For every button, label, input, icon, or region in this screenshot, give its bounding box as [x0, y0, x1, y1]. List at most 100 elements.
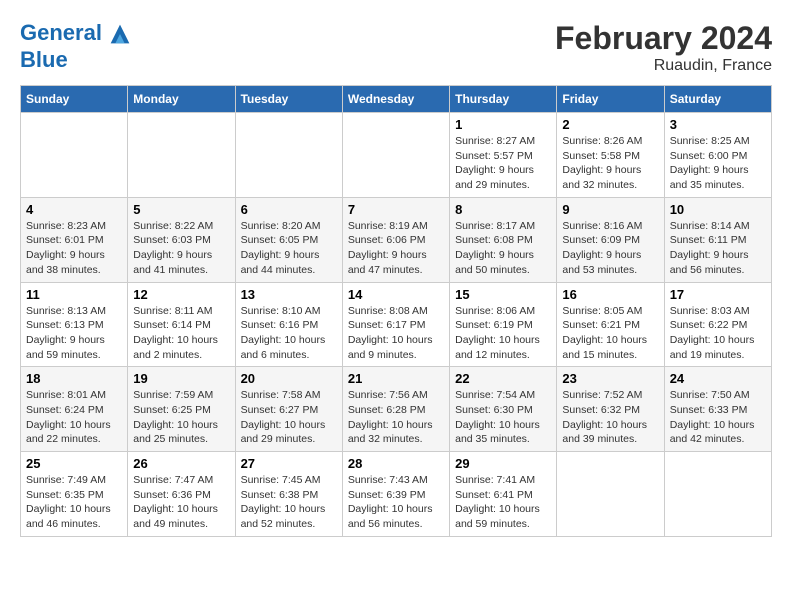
- day-number: 4: [26, 202, 122, 217]
- day-number: 17: [670, 287, 766, 302]
- day-info: Sunrise: 7:59 AM Sunset: 6:25 PM Dayligh…: [133, 388, 229, 447]
- calendar-cell: 21 Sunrise: 7:56 AM Sunset: 6:28 PM Dayli…: [342, 367, 449, 452]
- calendar-cell: 13 Sunrise: 8:10 AM Sunset: 6:16 PM Dayli…: [235, 282, 342, 367]
- day-info: Sunrise: 8:22 AM Sunset: 6:03 PM Dayligh…: [133, 219, 229, 278]
- logo-blue: Blue: [20, 48, 134, 72]
- logo-general: General: [20, 20, 102, 45]
- day-info: Sunrise: 8:19 AM Sunset: 6:06 PM Dayligh…: [348, 219, 444, 278]
- page-header: General Blue February 2024 Ruaudin, Fran…: [20, 20, 772, 75]
- day-info: Sunrise: 8:01 AM Sunset: 6:24 PM Dayligh…: [26, 388, 122, 447]
- day-info: Sunrise: 8:05 AM Sunset: 6:21 PM Dayligh…: [562, 304, 658, 363]
- calendar-cell: 27Sunrise: 7:45 AM Sunset: 6:38 PM Dayli…: [235, 452, 342, 537]
- day-number: 28: [348, 456, 444, 471]
- day-info: Sunrise: 8:14 AM Sunset: 6:11 PM Dayligh…: [670, 219, 766, 278]
- header-row: SundayMondayTuesdayWednesdayThursdayFrid…: [21, 86, 772, 113]
- day-number: 18: [26, 371, 122, 386]
- day-info: Sunrise: 7:41 AM Sunset: 6:41 PM Dayligh…: [455, 473, 551, 532]
- day-number: 15: [455, 287, 551, 302]
- day-info: Sunrise: 8:11 AM Sunset: 6:14 PM Dayligh…: [133, 304, 229, 363]
- calendar-cell: 3 Sunrise: 8:25 AM Sunset: 6:00 PM Daylig…: [664, 113, 771, 198]
- calendar-cell: 12 Sunrise: 8:11 AM Sunset: 6:14 PM Dayli…: [128, 282, 235, 367]
- day-info: Sunrise: 7:43 AM Sunset: 6:39 PM Dayligh…: [348, 473, 444, 532]
- calendar-cell: 1 Sunrise: 8:27 AM Sunset: 5:57 PM Daylig…: [450, 113, 557, 198]
- day-info: Sunrise: 7:52 AM Sunset: 6:32 PM Dayligh…: [562, 388, 658, 447]
- day-header-saturday: Saturday: [664, 86, 771, 113]
- calendar-subtitle: Ruaudin, France: [555, 57, 772, 75]
- logo: General Blue: [20, 20, 134, 72]
- calendar-cell: [664, 452, 771, 537]
- calendar-cell: 17 Sunrise: 8:03 AM Sunset: 6:22 PM Dayli…: [664, 282, 771, 367]
- calendar-cell: 25 Sunrise: 7:49 AM Sunset: 6:35 PM Dayli…: [21, 452, 128, 537]
- day-number: 25: [26, 456, 122, 471]
- week-row-4: 25 Sunrise: 7:49 AM Sunset: 6:35 PM Dayli…: [21, 452, 772, 537]
- day-info: Sunrise: 8:25 AM Sunset: 6:00 PM Dayligh…: [670, 134, 766, 193]
- day-info: Sunrise: 8:16 AM Sunset: 6:09 PM Dayligh…: [562, 219, 658, 278]
- day-number: 12: [133, 287, 229, 302]
- day-info: Sunrise: 8:06 AM Sunset: 6:19 PM Dayligh…: [455, 304, 551, 363]
- day-number: 14: [348, 287, 444, 302]
- day-info: Sunrise: 8:13 AM Sunset: 6:13 PM Dayligh…: [26, 304, 122, 363]
- calendar-cell: 6Sunrise: 8:20 AM Sunset: 6:05 PM Daylig…: [235, 197, 342, 282]
- logo-text: General Blue: [20, 20, 134, 72]
- day-number: 19: [133, 371, 229, 386]
- calendar-cell: 22Sunrise: 7:54 AM Sunset: 6:30 PM Dayli…: [450, 367, 557, 452]
- day-number: 20: [241, 371, 337, 386]
- calendar-cell: 9 Sunrise: 8:16 AM Sunset: 6:09 PM Daylig…: [557, 197, 664, 282]
- day-number: 10: [670, 202, 766, 217]
- calendar-cell: 15 Sunrise: 8:06 AM Sunset: 6:19 PM Dayli…: [450, 282, 557, 367]
- calendar-cell: 2 Sunrise: 8:26 AM Sunset: 5:58 PM Daylig…: [557, 113, 664, 198]
- calendar-cell: 8Sunrise: 8:17 AM Sunset: 6:08 PM Daylig…: [450, 197, 557, 282]
- calendar-cell: 18 Sunrise: 8:01 AM Sunset: 6:24 PM Dayli…: [21, 367, 128, 452]
- day-header-wednesday: Wednesday: [342, 86, 449, 113]
- calendar-cell: 20 Sunrise: 7:58 AM Sunset: 6:27 PM Dayli…: [235, 367, 342, 452]
- calendar-cell: 5 Sunrise: 8:22 AM Sunset: 6:03 PM Daylig…: [128, 197, 235, 282]
- calendar-cell: [557, 452, 664, 537]
- day-number: 3: [670, 117, 766, 132]
- calendar-cell: [21, 113, 128, 198]
- day-number: 13: [241, 287, 337, 302]
- day-number: 16: [562, 287, 658, 302]
- day-info: Sunrise: 8:10 AM Sunset: 6:16 PM Dayligh…: [241, 304, 337, 363]
- day-info: Sunrise: 7:58 AM Sunset: 6:27 PM Dayligh…: [241, 388, 337, 447]
- calendar-cell: 14 Sunrise: 8:08 AM Sunset: 6:17 PM Dayli…: [342, 282, 449, 367]
- calendar-cell: 4Sunrise: 8:23 AM Sunset: 6:01 PM Daylig…: [21, 197, 128, 282]
- calendar-cell: 7 Sunrise: 8:19 AM Sunset: 6:06 PM Daylig…: [342, 197, 449, 282]
- day-info: Sunrise: 7:49 AM Sunset: 6:35 PM Dayligh…: [26, 473, 122, 532]
- day-info: Sunrise: 8:03 AM Sunset: 6:22 PM Dayligh…: [670, 304, 766, 363]
- day-info: Sunrise: 7:47 AM Sunset: 6:36 PM Dayligh…: [133, 473, 229, 532]
- title-block: February 2024 Ruaudin, France: [555, 20, 772, 75]
- day-number: 26: [133, 456, 229, 471]
- calendar-cell: 19 Sunrise: 7:59 AM Sunset: 6:25 PM Dayli…: [128, 367, 235, 452]
- calendar-cell: 10 Sunrise: 8:14 AM Sunset: 6:11 PM Dayli…: [664, 197, 771, 282]
- day-info: Sunrise: 7:45 AM Sunset: 6:38 PM Dayligh…: [241, 473, 337, 532]
- calendar-cell: [235, 113, 342, 198]
- day-info: Sunrise: 8:27 AM Sunset: 5:57 PM Dayligh…: [455, 134, 551, 193]
- week-row-3: 18 Sunrise: 8:01 AM Sunset: 6:24 PM Dayli…: [21, 367, 772, 452]
- day-number: 7: [348, 202, 444, 217]
- day-info: Sunrise: 8:17 AM Sunset: 6:08 PM Dayligh…: [455, 219, 551, 278]
- day-number: 24: [670, 371, 766, 386]
- calendar-cell: 11 Sunrise: 8:13 AM Sunset: 6:13 PM Dayli…: [21, 282, 128, 367]
- calendar-cell: 28 Sunrise: 7:43 AM Sunset: 6:39 PM Dayli…: [342, 452, 449, 537]
- day-number: 1: [455, 117, 551, 132]
- day-info: Sunrise: 8:26 AM Sunset: 5:58 PM Dayligh…: [562, 134, 658, 193]
- day-number: 23: [562, 371, 658, 386]
- calendar-cell: 26 Sunrise: 7:47 AM Sunset: 6:36 PM Dayli…: [128, 452, 235, 537]
- calendar-cell: 29 Sunrise: 7:41 AM Sunset: 6:41 PM Dayli…: [450, 452, 557, 537]
- day-number: 29: [455, 456, 551, 471]
- day-header-tuesday: Tuesday: [235, 86, 342, 113]
- day-info: Sunrise: 7:56 AM Sunset: 6:28 PM Dayligh…: [348, 388, 444, 447]
- calendar-cell: [128, 113, 235, 198]
- day-number: 2: [562, 117, 658, 132]
- day-number: 9: [562, 202, 658, 217]
- day-number: 5: [133, 202, 229, 217]
- day-info: Sunrise: 7:54 AM Sunset: 6:30 PM Dayligh…: [455, 388, 551, 447]
- calendar-cell: 16 Sunrise: 8:05 AM Sunset: 6:21 PM Dayli…: [557, 282, 664, 367]
- calendar-table: SundayMondayTuesdayWednesdayThursdayFrid…: [20, 85, 772, 537]
- week-row-0: 1 Sunrise: 8:27 AM Sunset: 5:57 PM Daylig…: [21, 113, 772, 198]
- day-header-friday: Friday: [557, 86, 664, 113]
- day-number: 21: [348, 371, 444, 386]
- day-number: 11: [26, 287, 122, 302]
- day-info: Sunrise: 8:08 AM Sunset: 6:17 PM Dayligh…: [348, 304, 444, 363]
- day-header-monday: Monday: [128, 86, 235, 113]
